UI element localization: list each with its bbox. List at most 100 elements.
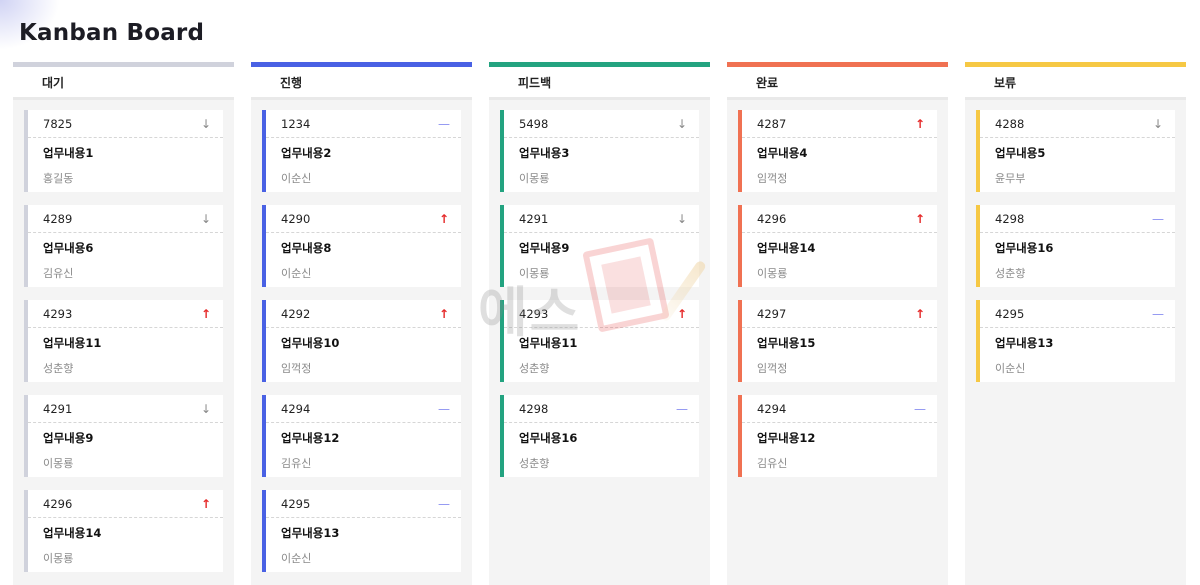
kanban-column: 대기 7825 ↓ 업무내용1 홍길동 4289 ↓ 업무내용6 김유신 4293 ↑ 업무내용11 성… [13,62,234,585]
task-card[interactable]: 4296 ↑ 업무내용14 이몽룡 [24,490,223,572]
priority-up-arrow-icon: ↑ [438,211,450,226]
priority-up-arrow-icon: ↑ [676,306,688,321]
card-assignee: 홍길동 [43,172,74,185]
priority-down-arrow-icon: ↓ [676,116,688,131]
card-header: 4293 ↑ [504,300,699,328]
task-card[interactable]: 4295 — 업무내용13 이순신 [262,490,461,572]
card-list: 5498 ↓ 업무내용3 이몽룡 4291 ↓ 업무내용9 이몽룡 4293 ↑ 업무내용11 성춘향… [489,100,710,477]
card-id: 4293 [519,306,549,321]
card-header: 4294 — [742,395,937,423]
kanban-column: 피드백 5498 ↓ 업무내용3 이몽룡 4291 ↓ 업무내용9 이몽룡 4293 ↑ 업무내용11… [489,62,710,585]
card-assignee: 김유신 [281,457,312,470]
column-header: 보류 [965,67,1186,100]
card-assignee: 임꺽정 [757,172,788,185]
task-card[interactable]: 4291 ↓ 업무내용9 이몽룡 [24,395,223,477]
card-id: 4295 [281,496,311,511]
task-card[interactable]: 1234 — 업무내용2 이순신 [262,110,461,192]
task-card[interactable]: 4287 ↑ 업무내용4 임꺽정 [738,110,937,192]
priority-down-arrow-icon: ↓ [200,116,212,131]
priority-none-dash-icon: — [676,401,688,416]
card-task-title: 업무내용12 [281,431,340,445]
task-card[interactable]: 4290 ↑ 업무내용8 이순신 [262,205,461,287]
card-id: 5498 [519,116,549,131]
card-task-title: 업무내용14 [43,526,102,540]
task-card[interactable]: 4296 ↑ 업무내용14 이몽룡 [738,205,937,287]
card-task-title: 업무내용10 [281,336,340,350]
priority-down-arrow-icon: ↓ [200,211,212,226]
card-id: 4295 [995,306,1025,321]
card-list: 4288 ↓ 업무내용5 윤무부 4298 — 업무내용16 성춘향 4295 — 업무내용13 이순… [965,100,1186,382]
task-card[interactable]: 7825 ↓ 업무내용1 홍길동 [24,110,223,192]
priority-none-dash-icon: — [914,401,926,416]
card-id: 4296 [757,211,787,226]
card-id: 4296 [43,496,73,511]
card-assignee: 성춘향 [519,457,550,470]
task-card[interactable]: 4294 — 업무내용12 김유신 [738,395,937,477]
card-header: 4298 — [504,395,699,423]
card-id: 4293 [43,306,73,321]
task-card[interactable]: 4298 — 업무내용16 성춘향 [500,395,699,477]
card-task-title: 업무내용6 [43,241,94,255]
card-header: 4289 ↓ [28,205,223,233]
card-header: 4291 ↓ [504,205,699,233]
card-task-title: 업무내용11 [519,336,578,350]
card-header: 4287 ↑ [742,110,937,138]
task-card[interactable]: 4292 ↑ 업무내용10 임꺽정 [262,300,461,382]
card-id: 1234 [281,116,311,131]
card-task-title: 업무내용4 [757,146,808,160]
card-header: 4298 — [980,205,1175,233]
card-id: 4291 [519,211,549,226]
card-id: 4297 [757,306,787,321]
priority-up-arrow-icon: ↑ [200,496,212,511]
card-id: 4290 [281,211,311,226]
card-id: 4288 [995,116,1025,131]
card-assignee: 이몽룡 [519,172,550,185]
column-header: 완료 [727,67,948,100]
card-header: 4297 ↑ [742,300,937,328]
card-header: 4292 ↑ [266,300,461,328]
task-card[interactable]: 5498 ↓ 업무내용3 이몽룡 [500,110,699,192]
card-assignee: 임꺽정 [281,362,312,375]
card-id: 4294 [281,401,311,416]
card-list: 1234 — 업무내용2 이순신 4290 ↑ 업무내용8 이순신 4292 ↑ 업무내용10 임꺽정… [251,100,472,572]
card-header: 5498 ↓ [504,110,699,138]
task-card[interactable]: 4291 ↓ 업무내용9 이몽룡 [500,205,699,287]
task-card[interactable]: 4298 — 업무내용16 성춘향 [976,205,1175,287]
task-card[interactable]: 4293 ↑ 업무내용11 성춘향 [24,300,223,382]
kanban-column: 진행 1234 — 업무내용2 이순신 4290 ↑ 업무내용8 이순신 4292 ↑ 업무내용10 임… [251,62,472,585]
card-task-title: 업무내용2 [281,146,332,160]
card-assignee: 이순신 [995,362,1026,375]
card-assignee: 이몽룡 [43,552,74,565]
priority-up-arrow-icon: ↑ [438,306,450,321]
task-card[interactable]: 4288 ↓ 업무내용5 윤무부 [976,110,1175,192]
page-title: Kanban Board [19,20,205,46]
card-task-title: 업무내용13 [281,526,340,540]
card-assignee: 성춘향 [43,362,74,375]
card-id: 7825 [43,116,73,131]
card-assignee: 이순신 [281,172,312,185]
priority-down-arrow-icon: ↓ [200,401,212,416]
card-task-title: 업무내용15 [757,336,816,350]
card-task-title: 업무내용16 [519,431,578,445]
priority-none-dash-icon: — [1152,211,1164,226]
card-header: 4295 — [980,300,1175,328]
card-header: 7825 ↓ [28,110,223,138]
card-assignee: 김유신 [757,457,788,470]
priority-none-dash-icon: — [438,496,450,511]
card-id: 4291 [43,401,73,416]
priority-none-dash-icon: — [438,116,450,131]
card-task-title: 업무내용12 [757,431,816,445]
card-list: 7825 ↓ 업무내용1 홍길동 4289 ↓ 업무내용6 김유신 4293 ↑ 업무내용11 성춘향… [13,100,234,572]
task-card[interactable]: 4289 ↓ 업무내용6 김유신 [24,205,223,287]
column-header: 피드백 [489,67,710,100]
priority-down-arrow-icon: ↓ [1152,116,1164,131]
card-list: 4287 ↑ 업무내용4 임꺽정 4296 ↑ 업무내용14 이몽룡 4297 ↑ 업무내용15 임꺽… [727,100,948,477]
card-assignee: 이몽룡 [757,267,788,280]
task-card[interactable]: 4297 ↑ 업무내용15 임꺽정 [738,300,937,382]
priority-up-arrow-icon: ↑ [914,306,926,321]
task-card[interactable]: 4295 — 업무내용13 이순신 [976,300,1175,382]
card-header: 4295 — [266,490,461,518]
task-card[interactable]: 4294 — 업무내용12 김유신 [262,395,461,477]
task-card[interactable]: 4293 ↑ 업무내용11 성춘향 [500,300,699,382]
card-assignee: 이순신 [281,552,312,565]
